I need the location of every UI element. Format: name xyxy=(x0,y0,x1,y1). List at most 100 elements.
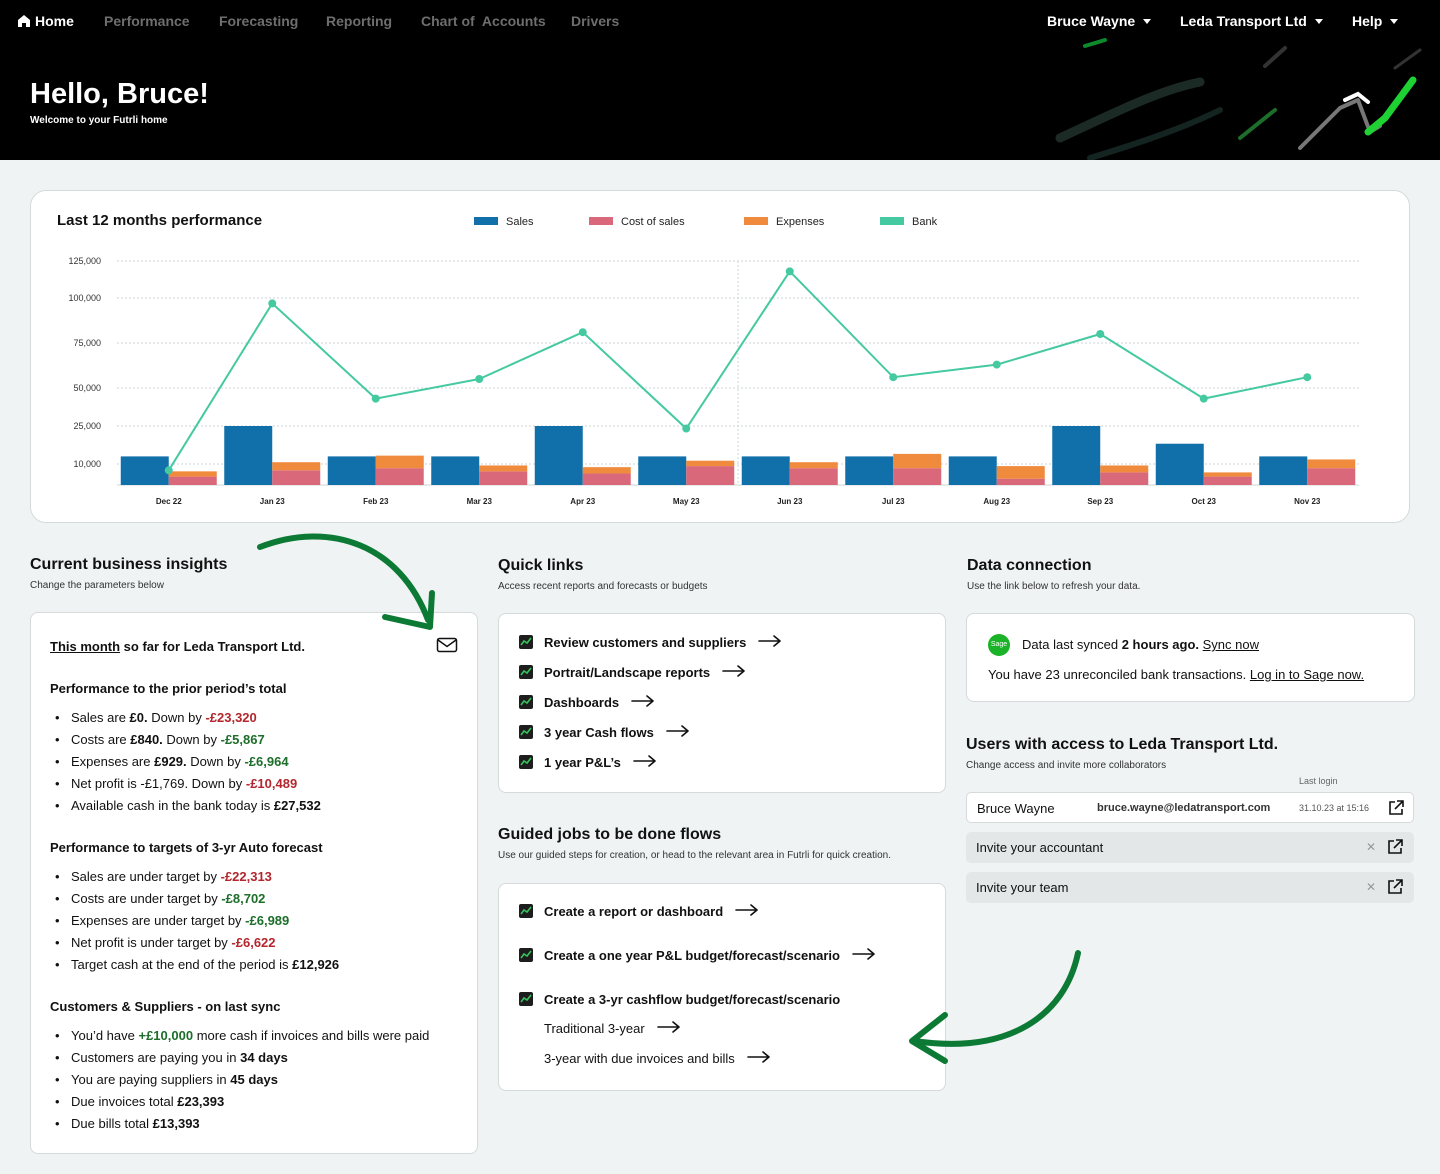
bank-point xyxy=(578,328,587,337)
insight-group-title: Performance to the prior period’s total xyxy=(50,681,287,696)
bar-cost-of-sales xyxy=(893,468,942,485)
quick-link[interactable]: Portrait/Landscape reports xyxy=(518,664,746,680)
insights-title: Current business insights xyxy=(30,556,228,573)
y-tick-label: 10,000 xyxy=(73,459,101,469)
guided-flow-label: Create a 3-yr cashflow budget/forecast/s… xyxy=(544,991,841,1007)
bar-sales xyxy=(1259,456,1308,485)
bank-point xyxy=(1303,373,1312,382)
insight-item: Costs are under target by -£8,702 xyxy=(50,888,339,910)
quick-link-label: 3 year Cash flows xyxy=(544,724,654,740)
performance-chart-card: Last 12 months performance Sales Cost of… xyxy=(30,190,1410,523)
x-tick-label: Dec 22 xyxy=(156,497,182,506)
arrow-right-icon xyxy=(852,947,876,963)
bar-cost-of-sales xyxy=(789,468,838,485)
flow-icon xyxy=(518,947,534,963)
insight-pre: Sales are xyxy=(71,710,130,725)
insight-post: more cash if invoices and bills were pai… xyxy=(193,1028,430,1043)
bar-cost-of-sales xyxy=(272,470,321,485)
insight-v: -£8,702 xyxy=(221,891,266,906)
nav-home-label: Home xyxy=(35,13,74,29)
decorative-graphic xyxy=(1055,38,1422,160)
unreconciled-status: You have 23 unreconciled bank transactio… xyxy=(988,667,1364,682)
insight-v: -£5,867 xyxy=(220,732,265,747)
guided-subflow-link[interactable]: Traditional 3-year xyxy=(544,1021,681,1036)
nav-forecasting[interactable]: Forecasting xyxy=(219,13,298,29)
insight-pre: Costs are xyxy=(71,732,131,747)
bar-sales xyxy=(120,456,169,485)
invite-team-row[interactable]: Invite your team ✕ xyxy=(966,872,1414,903)
insight-item: Net profit is -£1,769. Down by -£10,489 xyxy=(50,773,321,795)
data-connection-title: Data connection xyxy=(967,557,1092,574)
quick-link[interactable]: 1 year P&L’s xyxy=(518,754,657,770)
bar-cost-of-sales xyxy=(996,478,1045,485)
quick-links-subtitle: Access recent reports and forecasts or b… xyxy=(498,581,708,592)
quick-links-card: Review customers and suppliers Portrait/L… xyxy=(498,613,946,793)
x-tick-label: Aug 23 xyxy=(983,497,1010,506)
bank-point xyxy=(268,299,277,308)
bar-expenses xyxy=(272,462,321,471)
external-link-icon[interactable] xyxy=(1386,878,1404,896)
guided-subtitle: Use our guided steps for creation, or he… xyxy=(498,850,891,861)
close-icon[interactable]: ✕ xyxy=(1366,840,1376,854)
invite-accountant-row[interactable]: Invite your accountant ✕ xyxy=(966,832,1414,863)
sync-status-text: Data last synced xyxy=(1022,637,1122,652)
insight-pre: Net profit is xyxy=(71,776,141,791)
guided-flow-link[interactable]: Create a 3-yr cashflow budget/forecast/s… xyxy=(518,991,840,1007)
quick-link-label: 1 year P&L’s xyxy=(544,754,621,770)
nav-chart-of-accounts[interactable]: Chart of Accounts xyxy=(421,13,546,29)
insight-list: Sales are under target by -£22,313Costs … xyxy=(50,866,339,976)
quick-link[interactable]: Review customers and suppliers xyxy=(518,634,782,650)
insight-pre: Sales are under target by xyxy=(71,869,221,884)
guided-subflow-label: 3-year with due invoices and bills xyxy=(544,1051,735,1066)
bar-sales xyxy=(224,426,273,485)
insight-list: Sales are £0. Down by -£23,320Costs are … xyxy=(50,707,321,817)
quick-link[interactable]: 3 year Cash flows xyxy=(518,724,690,740)
bar-sales xyxy=(327,456,376,485)
bar-cost-of-sales xyxy=(582,473,631,485)
external-link-icon[interactable] xyxy=(1386,838,1404,856)
insight-pre: Expenses are xyxy=(71,754,155,769)
bank-point xyxy=(371,394,380,403)
y-tick-label: 125,000 xyxy=(68,256,101,266)
bar-expenses xyxy=(1203,472,1252,477)
user-menu[interactable]: Bruce Wayne xyxy=(1047,13,1152,29)
x-tick-label: Feb 23 xyxy=(363,497,389,506)
y-tick-label: 75,000 xyxy=(73,338,101,348)
bar-expenses xyxy=(582,467,631,474)
insight-item: Net profit is under target by -£6,622 xyxy=(50,932,339,954)
insight-item: Expenses are under target by -£6,989 xyxy=(50,910,339,932)
guided-flow-label: Create a report or dashboard xyxy=(544,903,724,919)
quick-link-label: Portrait/Landscape reports xyxy=(544,664,711,680)
arrow-right-icon xyxy=(656,1021,681,1036)
nav-drivers[interactable]: Drivers xyxy=(571,13,619,29)
nav-performance[interactable]: Performance xyxy=(104,13,190,29)
guided-subflow-link[interactable]: 3-year with due invoices and bills xyxy=(544,1051,771,1066)
data-connection-card: Sage Data last synced 2 hours ago. Sync … xyxy=(966,613,1415,702)
users-title: Users with access to Leda Transport Ltd. xyxy=(966,736,1279,753)
external-link-icon[interactable] xyxy=(1387,799,1405,817)
sync-now-link[interactable]: Sync now xyxy=(1203,637,1259,652)
bar-expenses xyxy=(789,462,838,469)
quick-link[interactable]: Dashboards xyxy=(518,694,655,710)
insight-b: £13,393 xyxy=(152,1116,200,1131)
login-sage-link[interactable]: Log in to Sage now. xyxy=(1250,667,1364,682)
nav-home[interactable]: Home xyxy=(17,13,74,29)
bar-sales xyxy=(1052,426,1101,485)
nav-reporting[interactable]: Reporting xyxy=(326,13,392,29)
guided-flow-link[interactable]: Create a one year P&L budget/forecast/sc… xyxy=(518,947,876,963)
close-icon[interactable]: ✕ xyxy=(1366,880,1376,894)
guided-flow-link[interactable]: Create a report or dashboard xyxy=(518,903,759,919)
header: Home Performance Forecasting Reporting C… xyxy=(0,0,1440,160)
annotation-arrow-icon xyxy=(257,533,435,630)
this-month-link[interactable]: This month xyxy=(50,639,120,654)
insight-pre: Net profit is under target by xyxy=(71,935,232,950)
company-menu[interactable]: Leda Transport Ltd xyxy=(1180,13,1323,29)
help-menu[interactable]: Help xyxy=(1352,13,1399,29)
sync-status: Data last synced 2 hours ago. Sync now xyxy=(1022,637,1259,652)
bar-expenses xyxy=(168,471,217,477)
bar-sales xyxy=(845,456,894,485)
bank-point xyxy=(992,360,1001,369)
insight-mid: Down by xyxy=(186,754,245,769)
x-tick-label: Sep 23 xyxy=(1087,497,1113,506)
chevron-down-icon xyxy=(1314,19,1323,24)
